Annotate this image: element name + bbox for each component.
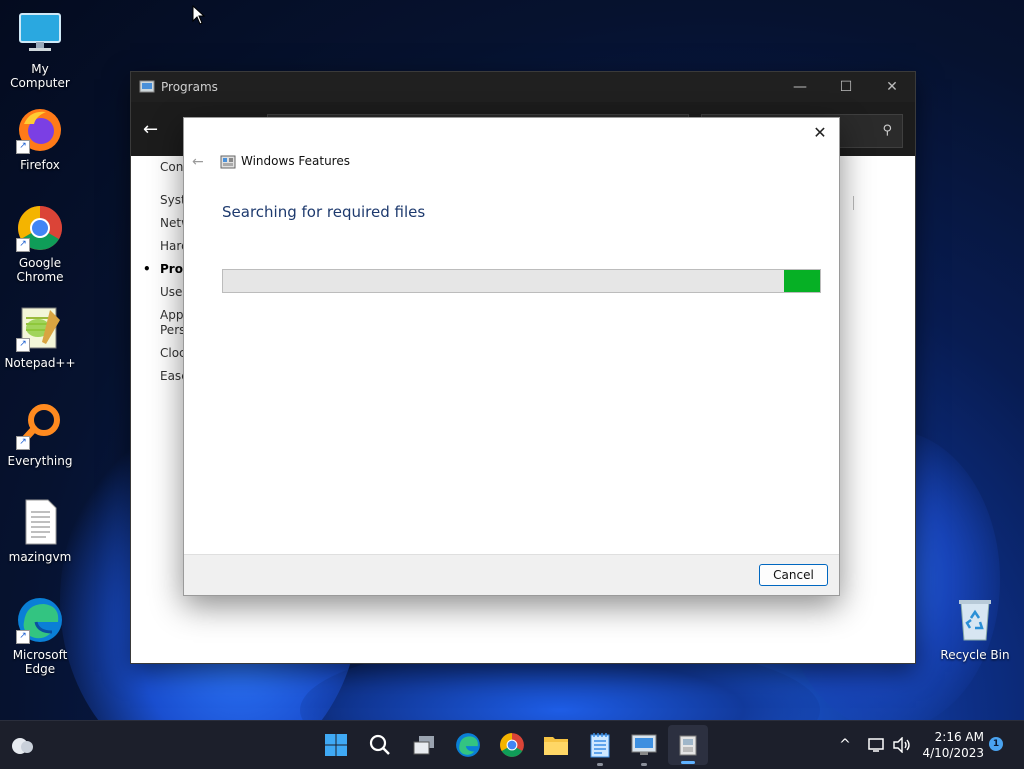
taskbar-control-panel[interactable] xyxy=(624,721,664,769)
mouse-cursor-icon xyxy=(192,4,206,29)
edge-icon: ↗ xyxy=(16,596,64,644)
taskbar-file-explorer[interactable] xyxy=(536,721,576,769)
desktop-icon-label: Microsoft Edge xyxy=(12,648,68,676)
progress-bar-fill xyxy=(784,270,820,292)
everything-icon: ↗ xyxy=(16,402,64,450)
desktop-icon-notepadpp[interactable]: ↗ Notepad++ xyxy=(0,304,80,370)
clock-date: 4/10/2023 xyxy=(922,746,984,760)
sidebar-item-active[interactable]: • Prog xyxy=(131,258,191,281)
edge-icon xyxy=(456,733,480,757)
back-arrow-icon[interactable]: ← xyxy=(143,119,158,140)
sidebar-item[interactable]: Netw xyxy=(131,212,191,235)
desktop-icon-label: Everything xyxy=(7,454,73,468)
desktop-icon-label: My Computer xyxy=(10,62,70,90)
desktop-icon-chrome[interactable]: ↗ Google Chrome xyxy=(0,204,80,284)
dialog-title: Windows Features xyxy=(241,154,350,168)
windows-features-dialog[interactable]: ✕ ← Windows Features Searching for requi… xyxy=(183,117,840,596)
windows-features-icon xyxy=(679,735,697,756)
control-panel-sidebar: Cont Syste Netw Hard • Prog User Appe Per… xyxy=(131,156,191,388)
desktop-icon-label: mazingvm xyxy=(8,550,72,564)
control-panel-icon xyxy=(631,734,657,755)
taskbar-edge[interactable] xyxy=(448,721,488,769)
search-icon xyxy=(369,734,390,755)
desktop-icon-my-computer[interactable]: My Computer xyxy=(0,10,80,90)
active-indicator xyxy=(681,761,695,764)
windows-logo-icon xyxy=(325,734,347,756)
chrome-icon xyxy=(500,733,524,757)
desktop-icon-mazingvm[interactable]: mazingvm xyxy=(0,498,80,564)
dialog-close-button[interactable]: ✕ xyxy=(809,122,831,144)
taskbar-search-button[interactable] xyxy=(360,721,400,769)
volume-icon[interactable] xyxy=(890,721,914,769)
cancel-button[interactable]: Cancel xyxy=(759,564,828,586)
network-icon[interactable] xyxy=(864,721,888,769)
desktop-icon-firefox[interactable]: ↗ Firefox xyxy=(0,106,80,172)
desktop-icon-everything[interactable]: ↗ Everything xyxy=(0,402,80,468)
sidebar-item[interactable]: Perso xyxy=(131,323,191,338)
start-button[interactable] xyxy=(316,721,356,769)
notepadpp-icon: ↗ xyxy=(16,304,64,352)
sidebar-item[interactable]: Appe xyxy=(131,308,191,323)
search-icon: ⚲ xyxy=(882,123,892,138)
task-view-icon xyxy=(413,736,434,755)
running-indicator xyxy=(641,763,647,766)
desktop-icon-label: Firefox xyxy=(20,158,60,172)
sidebar-item[interactable]: Clock xyxy=(131,342,191,365)
desktop-icon-label: Notepad++ xyxy=(4,356,76,370)
sidebar-item[interactable]: Ease xyxy=(131,365,191,388)
progress-bar xyxy=(222,269,821,293)
firefox-icon: ↗ xyxy=(16,106,64,154)
sidebar-item[interactable]: Syste xyxy=(131,189,191,212)
monitor-icon xyxy=(16,10,64,58)
desktop-icon-recycle-bin[interactable]: Recycle Bin xyxy=(935,596,1015,662)
recycle-bin-icon xyxy=(951,596,999,644)
desktop-icon-label: Recycle Bin xyxy=(940,648,1010,662)
task-view-button[interactable] xyxy=(404,721,444,769)
shortcut-arrow-icon: ↗ xyxy=(16,140,30,154)
text-file-icon xyxy=(16,498,64,546)
status-heading: Searching for required files xyxy=(222,203,426,221)
notification-badge[interactable]: 1 xyxy=(989,737,1003,751)
window-titlebar[interactable]: Programs — ☐ ✕ xyxy=(131,72,915,102)
close-button[interactable]: ✕ xyxy=(869,72,915,102)
active-dot-icon: • xyxy=(143,262,151,276)
divider xyxy=(853,196,854,210)
sidebar-item[interactable]: Cont xyxy=(131,156,191,179)
dialog-footer: Cancel xyxy=(184,554,839,595)
window-title: Programs xyxy=(161,80,218,94)
folder-icon xyxy=(544,737,568,755)
back-arrow-icon: ← xyxy=(192,154,204,170)
shortcut-arrow-icon: ↗ xyxy=(16,238,30,252)
control-panel-icon xyxy=(139,80,155,93)
notepad-icon xyxy=(590,733,610,758)
shortcut-arrow-icon: ↗ xyxy=(16,338,30,352)
sidebar-item[interactable]: Hard xyxy=(131,235,191,258)
sidebar-item[interactable]: User xyxy=(131,281,191,304)
desktop-icon-edge[interactable]: ↗ Microsoft Edge xyxy=(0,596,80,676)
shortcut-arrow-icon: ↗ xyxy=(16,436,30,450)
show-hidden-icons-chevron-icon[interactable]: ^ xyxy=(834,721,856,769)
weather-widget-icon[interactable] xyxy=(6,721,40,769)
desktop-icon-label: Google Chrome xyxy=(16,256,64,284)
maximize-button[interactable]: ☐ xyxy=(823,72,869,102)
running-indicator xyxy=(597,763,603,766)
taskbar-notepad[interactable] xyxy=(580,721,620,769)
taskbar-chrome[interactable] xyxy=(492,721,532,769)
shortcut-arrow-icon: ↗ xyxy=(16,630,30,644)
taskbar-windows-features[interactable] xyxy=(668,725,708,765)
windows-features-icon xyxy=(220,155,236,169)
clock-time: 2:16 AM xyxy=(934,730,984,744)
minimize-button[interactable]: — xyxy=(777,72,823,102)
system-clock[interactable]: 2:16 AM 4/10/2023 xyxy=(918,729,984,761)
chrome-icon: ↗ xyxy=(16,204,64,252)
taskbar: ^ 2:16 AM 4/10/2023 xyxy=(0,720,1024,769)
